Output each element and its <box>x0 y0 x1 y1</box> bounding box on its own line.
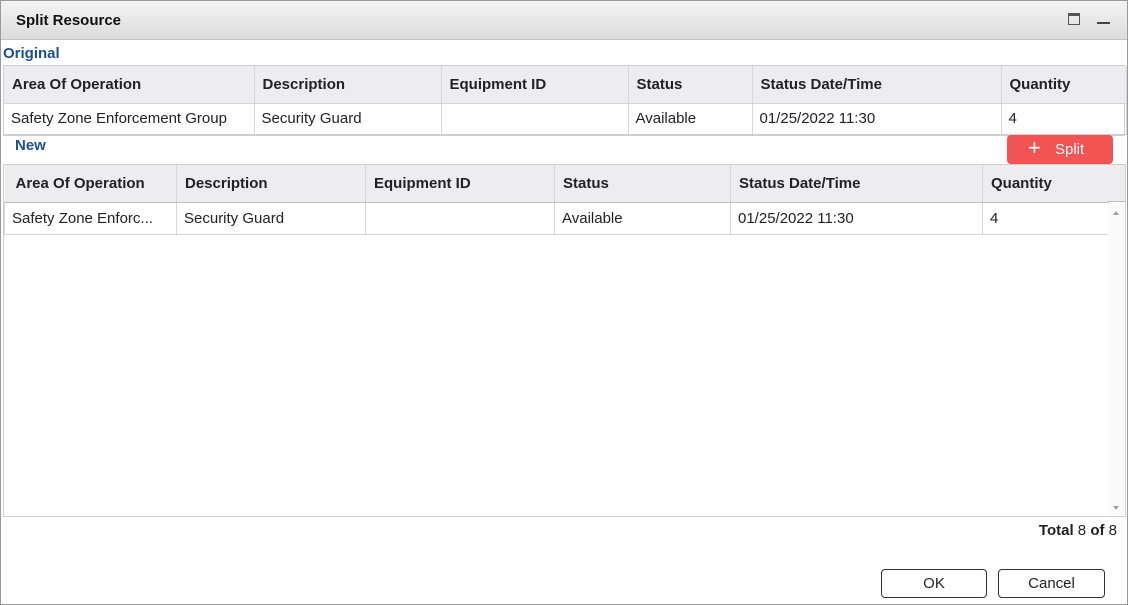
original-header-row: Area Of Operation Description Equipment … <box>4 66 1127 104</box>
title-bar[interactable]: Split Resource <box>1 1 1127 40</box>
cell-status-date-time: 01/25/2022 11:30 <box>730 202 983 235</box>
total-count-value: 8 <box>1108 522 1117 539</box>
split-button-label: Split <box>1055 141 1085 158</box>
cell-quantity: 4 <box>982 202 1109 235</box>
original-row[interactable]: Safety Zone Enforcement Group Security G… <box>4 103 1127 135</box>
scroll-down-arrow-icon[interactable] <box>1113 506 1119 510</box>
plus-icon: + <box>1028 135 1041 160</box>
cell-status: Available <box>628 103 753 135</box>
col-header-status[interactable]: Status <box>554 165 731 203</box>
cell-description: Security Guard <box>176 202 366 235</box>
col-header-quantity[interactable]: Quantity <box>1001 66 1127 104</box>
split-resource-dialog: Split Resource Original Area Of Operatio… <box>0 0 1128 605</box>
minimize-icon[interactable] <box>1097 13 1111 27</box>
ok-button[interactable]: OK <box>881 569 987 598</box>
original-section-label: Original <box>3 45 60 62</box>
cell-quantity: 4 <box>1001 103 1127 135</box>
col-header-area-of-operation[interactable]: Area Of Operation <box>4 165 177 203</box>
scroll-up-arrow-icon[interactable] <box>1113 211 1119 215</box>
split-button[interactable]: + Split <box>1007 135 1113 164</box>
cell-description: Security Guard <box>254 103 442 135</box>
cell-equipment-id <box>441 103 629 135</box>
total-count: Total 8 of 8 <box>1039 522 1117 539</box>
maximize-icon[interactable] <box>1068 13 1080 25</box>
vertical-scrollbar[interactable] <box>1108 203 1125 516</box>
original-table: Area Of Operation Description Equipment … <box>3 65 1127 136</box>
new-table: Area Of Operation Description Equipment … <box>3 164 1126 517</box>
col-header-equipment-id[interactable]: Equipment ID <box>365 165 555 203</box>
shown-count: 8 <box>1077 522 1087 539</box>
col-header-status-date-time[interactable]: Status Date/Time <box>752 66 1002 104</box>
col-header-equipment-id[interactable]: Equipment ID <box>441 66 629 104</box>
col-header-description[interactable]: Description <box>176 165 366 203</box>
cell-equipment-id <box>365 202 555 235</box>
col-header-status-date-time[interactable]: Status Date/Time <box>730 165 983 203</box>
col-header-status[interactable]: Status <box>628 66 753 104</box>
new-section-label: New <box>15 137 46 154</box>
total-label: Total <box>1038 522 1074 539</box>
table-row[interactable]: Safety Zone Enforc... Security Guard Ava… <box>4 202 1109 235</box>
cell-status: Available <box>554 202 731 235</box>
new-header-row: Area Of Operation Description Equipment … <box>4 165 1109 203</box>
cancel-button[interactable]: Cancel <box>998 569 1105 598</box>
dialog-title: Split Resource <box>16 12 122 29</box>
cell-area-of-operation: Safety Zone Enforcement Group <box>4 103 255 135</box>
of-label: of <box>1090 522 1105 539</box>
cell-status-date-time: 01/25/2022 11:30 <box>752 103 1002 135</box>
cell-area-of-operation: Safety Zone Enforc... <box>4 202 177 235</box>
header-filler <box>1108 165 1125 202</box>
col-header-description[interactable]: Description <box>254 66 442 104</box>
col-header-quantity[interactable]: Quantity <box>982 165 1109 203</box>
col-header-area-of-operation[interactable]: Area Of Operation <box>4 66 255 104</box>
